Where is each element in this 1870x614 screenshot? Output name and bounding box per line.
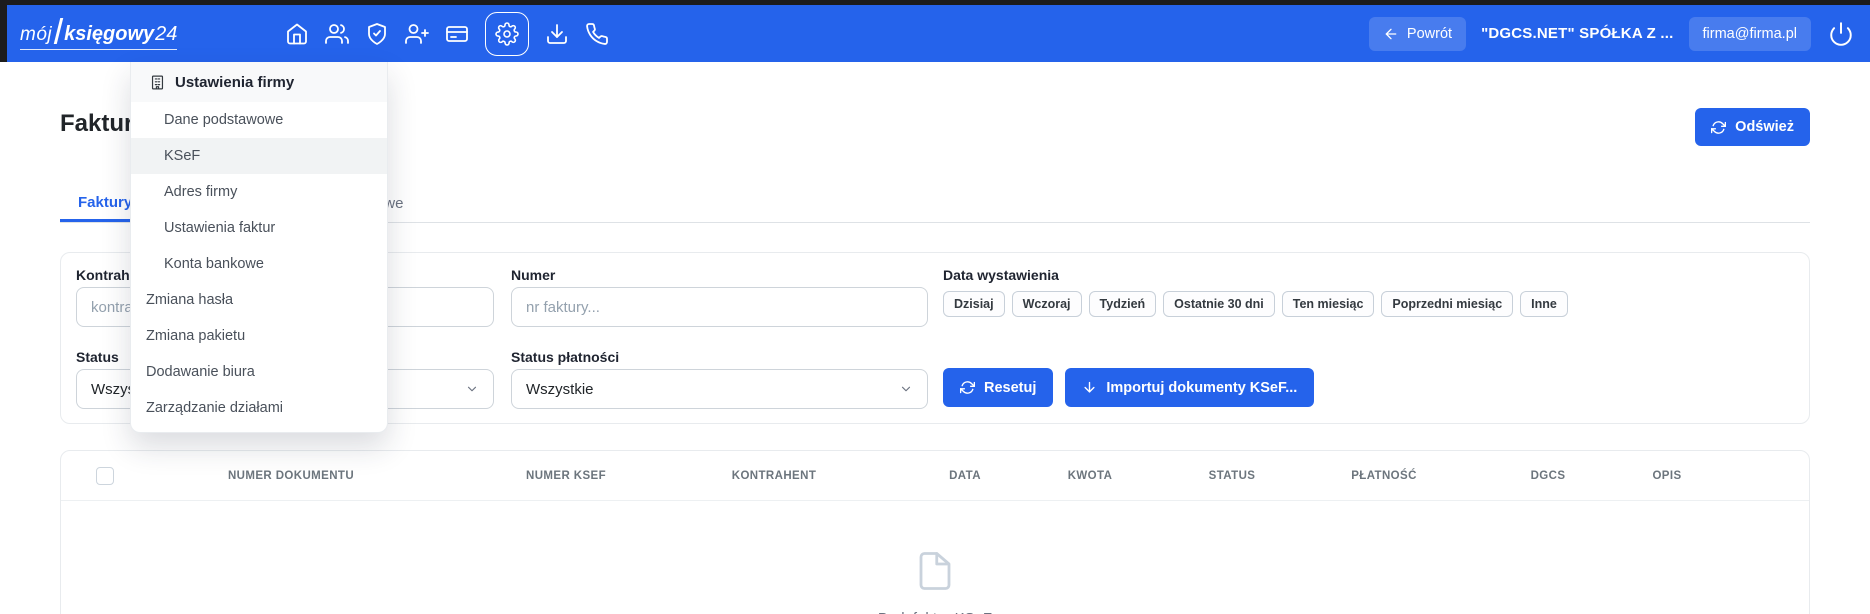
account-email-button[interactable]: firma@firma.pl: [1689, 17, 1811, 51]
date-quick-filters: Dzisiaj Wczoraj Tydzień Ostatnie 30 dni …: [943, 291, 1568, 317]
data-wystawienia-label: Data wystawienia: [943, 267, 1059, 283]
back-button[interactable]: Powrót: [1369, 17, 1466, 51]
status-label: Status: [76, 349, 119, 365]
menu-item-dodawanie-biura[interactable]: Dodawanie biura: [131, 354, 387, 390]
arrow-left-icon: [1383, 26, 1399, 42]
col-kontrahent: KONTRAHENT: [732, 470, 817, 482]
numer-input[interactable]: [511, 287, 928, 327]
top-navbar: mój księgowy24: [0, 5, 1870, 62]
date-filter-inne[interactable]: Inne: [1520, 291, 1568, 317]
window-top-edge: [0, 0, 1870, 5]
settings-nav-button[interactable]: [485, 12, 529, 56]
date-filter-tydzien[interactable]: Tydzień: [1089, 291, 1157, 317]
credit-card-icon[interactable]: [445, 22, 469, 46]
reset-button-label: Resetuj: [984, 380, 1036, 396]
arrow-down-icon: [1082, 380, 1097, 395]
import-ksef-button-label: Importuj dokumenty KSeF...: [1106, 380, 1297, 396]
gear-icon: [495, 22, 519, 46]
select-all-checkbox[interactable]: [96, 467, 114, 485]
navbar-icon-group: [285, 12, 609, 56]
user-plus-icon[interactable]: [405, 22, 429, 46]
date-filter-wczoraj[interactable]: Wczoraj: [1012, 291, 1082, 317]
col-platnosc: PŁATNOŚĆ: [1351, 470, 1417, 482]
import-ksef-button[interactable]: Importuj dokumenty KSeF...: [1065, 368, 1314, 407]
menu-item-ustawienia-faktur[interactable]: Ustawienia faktur: [131, 210, 387, 246]
menu-item-dane-podstawowe[interactable]: Dane podstawowe: [131, 102, 387, 138]
col-data: DATA: [949, 470, 981, 482]
power-icon[interactable]: [1828, 21, 1854, 47]
table-header-row: NUMER DOKUMENTU NUMER KSEF KONTRAHENT DA…: [61, 451, 1809, 501]
menu-item-zmiana-hasla[interactable]: Zmiana hasła: [131, 282, 387, 318]
chevron-down-icon: [899, 382, 913, 396]
col-dgcs: DGCS: [1531, 470, 1566, 482]
users-icon[interactable]: [325, 22, 349, 46]
account-email-label: firma@firma.pl: [1703, 26, 1797, 42]
status-platnosci-select[interactable]: Wszystkie: [511, 369, 928, 409]
col-numer-ksef: NUMER KSEF: [526, 470, 606, 482]
logo-bar: [54, 18, 63, 44]
file-icon: [914, 546, 956, 596]
empty-state: Brak faktur KSeF: [61, 546, 1809, 614]
company-name: "DGCS.NET" SPÓŁKA Z ...: [1477, 25, 1677, 42]
app-logo[interactable]: mój księgowy24: [20, 18, 177, 50]
back-button-label: Powrót: [1407, 26, 1452, 42]
logo-text-main: księgowy: [64, 24, 154, 44]
date-filter-ten-miesiac[interactable]: Ten miesiąc: [1282, 291, 1375, 317]
logo-text-suffix: 24: [155, 24, 177, 44]
status-platnosci-select-value: Wszystkie: [526, 381, 594, 398]
download-icon[interactable]: [545, 22, 569, 46]
col-numer-dokumentu: NUMER DOKUMENTU: [228, 470, 354, 482]
refresh-icon: [960, 380, 975, 395]
invoices-table: NUMER DOKUMENTU NUMER KSEF KONTRAHENT DA…: [60, 450, 1810, 614]
date-filter-poprzedni-miesiac[interactable]: Poprzedni miesiąc: [1381, 291, 1513, 317]
menu-item-zarzadzanie-dzialami[interactable]: Zarządzanie działami: [131, 390, 387, 426]
window-left-edge: [0, 5, 7, 62]
dropdown-header-label: Ustawienia firmy: [175, 74, 294, 91]
menu-item-konta-bankowe[interactable]: Konta bankowe: [131, 246, 387, 282]
refresh-button-label: Odśwież: [1735, 119, 1794, 135]
menu-item-ksef[interactable]: KSeF: [131, 138, 387, 174]
home-icon[interactable]: [285, 22, 309, 46]
app-window: mój księgowy24: [0, 0, 1870, 614]
chevron-down-icon: [465, 382, 479, 396]
navbar-right-group: Powrót "DGCS.NET" SPÓŁKA Z ... firma@fir…: [1369, 17, 1870, 51]
menu-item-zmiana-pakietu[interactable]: Zmiana pakietu: [131, 318, 387, 354]
phone-icon[interactable]: [585, 22, 609, 46]
status-platnosci-label: Status płatności: [511, 349, 619, 365]
settings-dropdown-menu: Ustawienia firmy Dane podstawowe KSeF Ad…: [130, 62, 388, 433]
col-opis: OPIS: [1652, 470, 1681, 482]
dropdown-header-company-settings: Ustawienia firmy: [131, 62, 387, 102]
reset-button[interactable]: Resetuj: [943, 368, 1053, 407]
col-status: STATUS: [1209, 470, 1256, 482]
refresh-icon: [1711, 120, 1726, 135]
filter-actions: Resetuj Importuj dokumenty KSeF...: [943, 368, 1314, 407]
empty-state-text: Brak faktur KSeF: [878, 610, 992, 614]
shield-check-icon[interactable]: [365, 22, 389, 46]
numer-label: Numer: [511, 267, 555, 283]
col-kwota: KWOTA: [1068, 470, 1113, 482]
logo-text-prefix: mój: [20, 25, 52, 44]
date-filter-ostatnie-30-dni[interactable]: Ostatnie 30 dni: [1163, 291, 1275, 317]
refresh-button[interactable]: Odśwież: [1695, 108, 1810, 146]
building-icon: [149, 74, 166, 91]
date-filter-dzisiaj[interactable]: Dzisiaj: [943, 291, 1005, 317]
menu-item-adres-firmy[interactable]: Adres firmy: [131, 174, 387, 210]
